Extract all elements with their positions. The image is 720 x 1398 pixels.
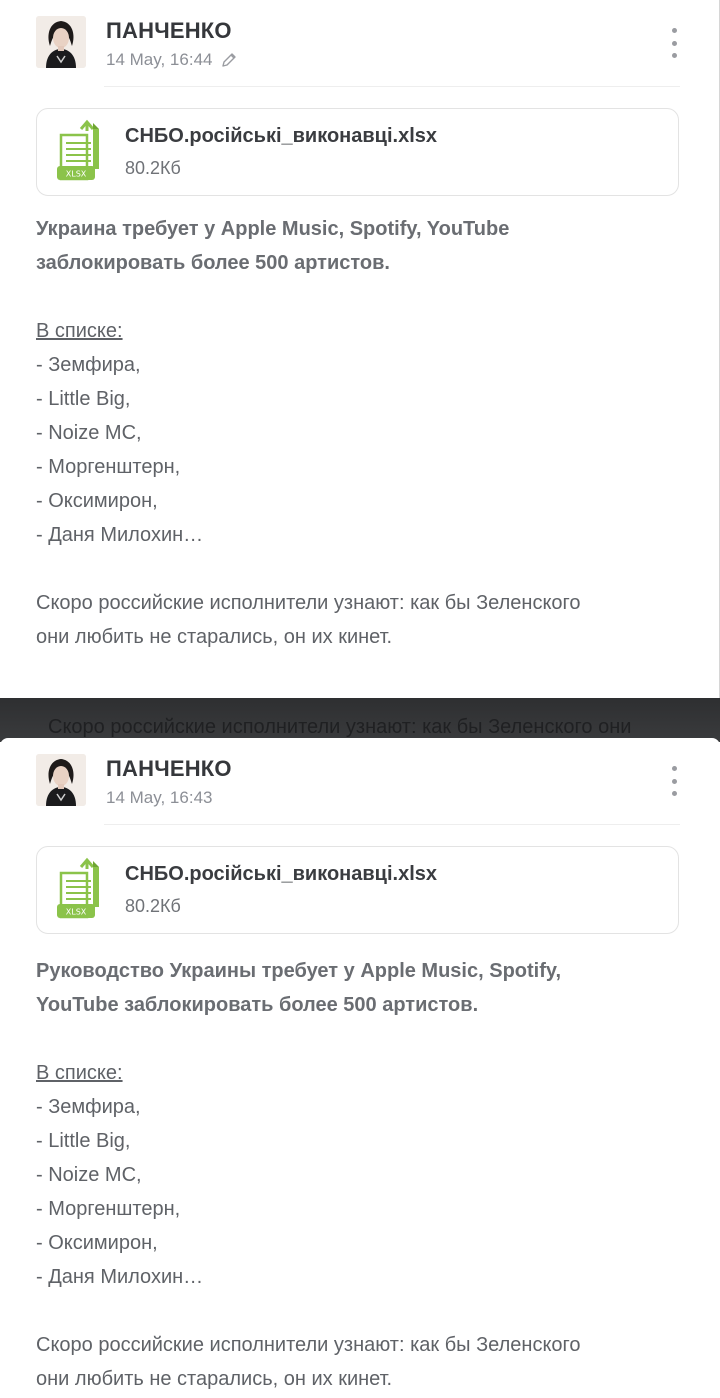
svg-text:XLSX: XLSX [66,908,87,917]
list-label: В списке: [36,1062,123,1084]
background-strip: Скоро российские исполнители узнают: как… [0,698,720,742]
more-vertical-icon[interactable] [668,28,680,58]
author-name[interactable]: ПАНЧЕНКО [106,756,232,782]
list-item: - Оксимирон, [36,490,158,512]
list-item: - Noize MC, [36,1164,142,1186]
author-avatar[interactable] [36,754,86,806]
post-date: 14 May, 16:43 [106,788,213,807]
list-item: - Земфира, [36,1096,141,1118]
author-avatar[interactable] [36,16,86,68]
list-item: - Little Big, [36,1130,131,1152]
closing-line: они любить не старались, он их кинет. [36,1368,393,1390]
file-name[interactable]: СНБО.російські_виконавці.xlsx [125,125,437,148]
post-meta: 14 May, 16:44 [106,50,238,70]
list-item: - Моргенштерн, [36,456,181,478]
file-name[interactable]: СНБО.російські_виконавці.xlsx [125,863,437,886]
post-body: Украина требует у Apple Music, Spotify, … [36,212,686,654]
post-date: 14 May, 16:44 [106,50,213,69]
list-item: - Little Big, [36,388,131,410]
background-text: Скоро российские исполнители узнают: как… [48,716,632,738]
file-attachment[interactable]: XLSX СНБО.російські_виконавці.xlsx 80.2К… [36,108,679,196]
pencil-icon [220,51,238,69]
file-attachment[interactable]: XLSX СНБО.російські_виконавці.xlsx 80.2К… [36,846,679,934]
file-size: 80.2Кб [125,896,181,916]
author-name[interactable]: ПАНЧЕНКО [106,18,232,44]
closing-line: Скоро российские исполнители узнают: как… [36,592,581,614]
headline-line: заблокировать более 500 артистов. [36,252,390,274]
list-item: - Земфира, [36,354,141,376]
post-header: ПАНЧЕНКО 14 May, 16:43 [36,754,680,812]
closing-line: Скоро российские исполнители узнают: как… [36,1334,581,1356]
post-body: Руководство Украины требует у Apple Musi… [36,954,686,1396]
list-item: - Моргенштерн, [36,1198,181,1220]
post-meta: 14 May, 16:43 [106,788,212,808]
header-divider [104,86,680,87]
headline-line: YouTube заблокировать более 500 артистов… [36,994,479,1016]
list-item: - Noize MC, [36,422,142,444]
list-item: - Оксимирон, [36,1232,158,1254]
post-card: ПАНЧЕНКО 14 May, 16:44 XLSX СНБО.російсь… [0,0,720,700]
xlsx-file-icon: XLSX [57,119,109,185]
list-item: - Даня Милохин… [36,1266,204,1288]
xlsx-file-icon: XLSX [57,857,109,923]
header-divider [104,824,680,825]
headline-line: Украина требует у Apple Music, Spotify, … [36,218,510,240]
post-header: ПАНЧЕНКО 14 May, 16:44 [36,16,680,74]
list-label: В списке: [36,320,123,342]
post-card: ПАНЧЕНКО 14 May, 16:43 XLSX СНБО.російсь… [0,738,720,1398]
file-size: 80.2Кб [125,158,181,178]
closing-line: они любить не старались, он их кинет. [36,626,393,648]
list-item: - Даня Милохин… [36,524,204,546]
more-vertical-icon[interactable] [668,766,680,796]
headline-line: Руководство Украины требует у Apple Musi… [36,960,562,982]
svg-text:XLSX: XLSX [66,170,87,179]
